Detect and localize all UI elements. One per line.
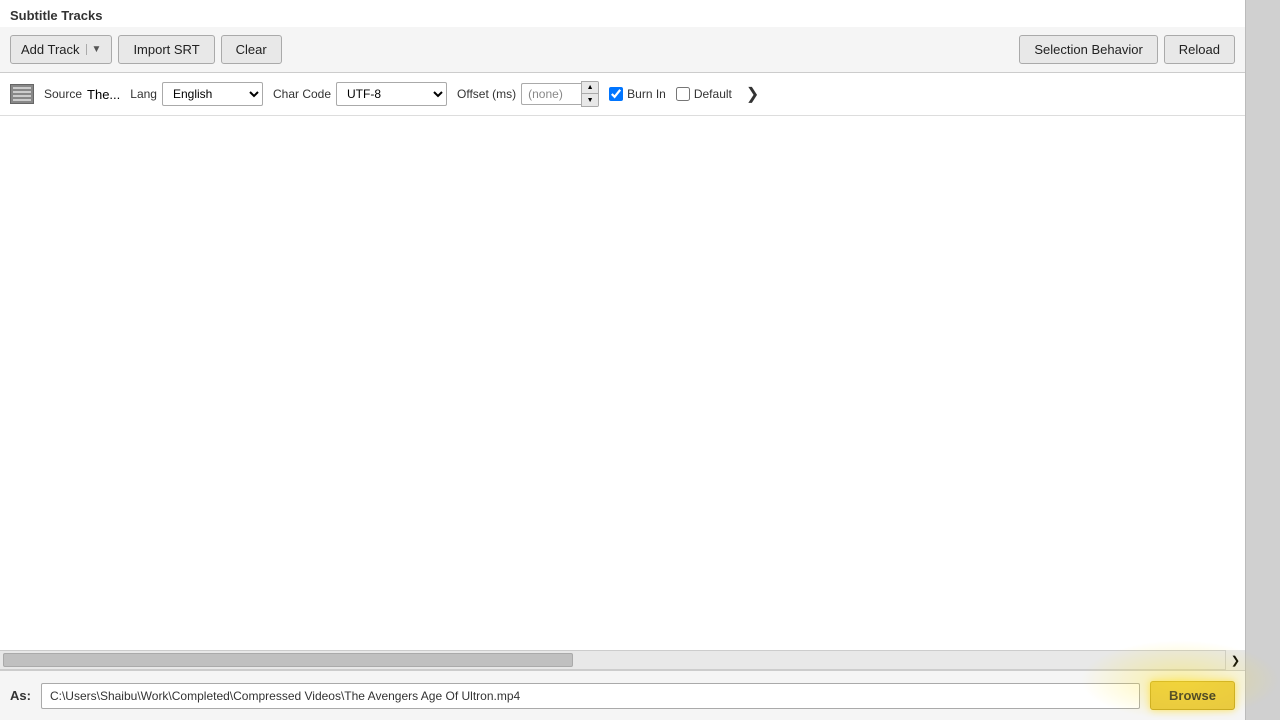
horizontal-scrollbar[interactable]: ❯ bbox=[0, 650, 1245, 670]
scroll-right-button[interactable]: ❯ bbox=[1225, 650, 1245, 670]
toolbar: Add Track ▼ Import SRT Clear Selection B… bbox=[0, 27, 1245, 73]
offset-up-button[interactable]: ▲ bbox=[582, 82, 598, 94]
toolbar-right: Selection Behavior Reload bbox=[1019, 35, 1235, 64]
selection-behavior-button[interactable]: Selection Behavior bbox=[1019, 35, 1157, 64]
default-checkbox[interactable] bbox=[676, 87, 690, 101]
import-srt-button[interactable]: Import SRT bbox=[118, 35, 214, 64]
add-track-button[interactable]: Add Track ▼ bbox=[10, 35, 112, 64]
track-row: Source The... Lang English French Spanis… bbox=[0, 73, 1245, 116]
reload-button[interactable]: Reload bbox=[1164, 35, 1235, 64]
default-group: Default bbox=[676, 87, 732, 101]
toolbar-left: Add Track ▼ Import SRT Clear bbox=[10, 35, 1013, 64]
lang-field-group: Lang English French Spanish German Japan… bbox=[130, 82, 263, 106]
default-label: Default bbox=[694, 87, 732, 101]
lang-select[interactable]: English French Spanish German Japanese C… bbox=[162, 82, 263, 106]
section-title: Subtitle Tracks bbox=[0, 0, 1245, 27]
output-path-input[interactable] bbox=[41, 683, 1140, 709]
browse-button[interactable]: Browse bbox=[1150, 681, 1235, 710]
burn-in-group: Burn In bbox=[609, 87, 666, 101]
more-arrow-button[interactable]: ❯ bbox=[746, 84, 759, 104]
offset-down-button[interactable]: ▼ bbox=[582, 94, 598, 106]
lang-label: Lang bbox=[130, 87, 157, 101]
track-icon-inner bbox=[13, 87, 31, 101]
offset-spinner: ▲ ▼ bbox=[581, 81, 599, 107]
offset-field-group: Offset (ms) ▲ ▼ bbox=[457, 81, 599, 107]
add-track-dropdown-arrow[interactable]: ▼ bbox=[86, 44, 102, 55]
source-field-group: Source The... bbox=[44, 87, 120, 102]
burn-in-label: Burn In bbox=[627, 87, 666, 101]
burn-in-checkbox[interactable] bbox=[609, 87, 623, 101]
charcode-select[interactable]: UTF-8 UTF-16 ISO-8859-1 ASCII bbox=[336, 82, 447, 106]
offset-label: Offset (ms) bbox=[457, 87, 516, 101]
add-track-label: Add Track bbox=[21, 42, 80, 57]
offset-field: ▲ ▼ bbox=[521, 81, 599, 107]
bottom-bar: As: Browse bbox=[0, 670, 1245, 720]
content-area[interactable] bbox=[0, 116, 1245, 650]
charcode-field-group: Char Code UTF-8 UTF-16 ISO-8859-1 ASCII bbox=[273, 82, 447, 106]
offset-input[interactable] bbox=[521, 83, 581, 105]
scrollbar-thumb[interactable] bbox=[3, 653, 573, 667]
as-label: As: bbox=[10, 688, 31, 703]
source-value: The... bbox=[87, 87, 120, 102]
source-label: Source bbox=[44, 87, 82, 101]
track-icon bbox=[10, 84, 34, 104]
right-scrollbar-area[interactable] bbox=[1245, 0, 1280, 720]
charcode-label: Char Code bbox=[273, 87, 331, 101]
clear-button[interactable]: Clear bbox=[221, 35, 282, 64]
